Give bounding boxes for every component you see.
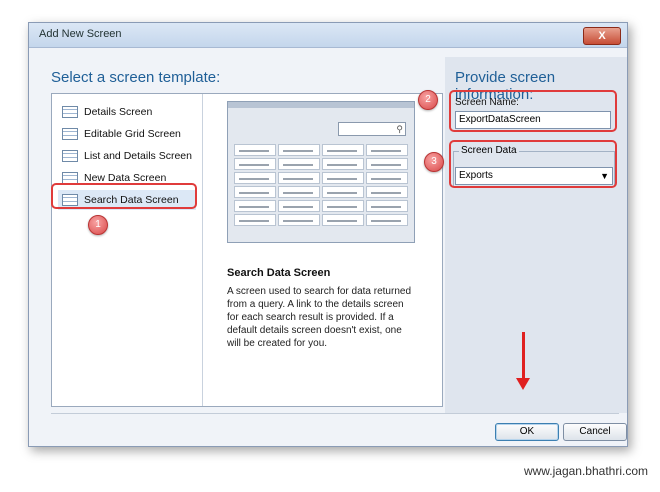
preview-cell-text xyxy=(371,164,401,166)
preview-cell xyxy=(234,200,276,212)
preview-cell xyxy=(278,144,320,156)
template-item-label: Editable Grid Screen xyxy=(84,128,181,140)
grid-icon xyxy=(62,106,78,118)
preview-cell xyxy=(322,158,364,170)
close-button[interactable]: X xyxy=(583,27,621,45)
preview-cell xyxy=(366,144,408,156)
template-preview-image: ⚲ xyxy=(227,101,415,243)
preview-cell-text xyxy=(327,150,357,152)
preview-cell xyxy=(322,144,364,156)
annotation-badge-3: 3 xyxy=(424,152,444,172)
annotation-badge-1: 1 xyxy=(88,215,108,235)
preview-cell-text xyxy=(327,178,357,180)
preview-cell xyxy=(366,158,408,170)
template-item-label: Details Screen xyxy=(84,106,153,118)
window-title: Add New Screen xyxy=(39,28,122,40)
annotation-highlight-screen-name xyxy=(449,90,617,132)
template-item-details[interactable]: Details Screen xyxy=(58,102,196,122)
footer-divider xyxy=(51,413,619,414)
preview-cell xyxy=(234,214,276,226)
preview-cell xyxy=(234,158,276,170)
preview-cell xyxy=(366,200,408,212)
preview-cell-text xyxy=(239,220,269,222)
preview-cell-text xyxy=(283,206,313,208)
template-description: A screen used to search for data returne… xyxy=(227,286,411,349)
preview-cell xyxy=(278,186,320,198)
preview-cell xyxy=(234,172,276,184)
annotation-highlight-screen-data xyxy=(449,140,617,188)
preview-cell-text xyxy=(283,220,313,222)
title-bar: Add New Screen X xyxy=(29,23,627,48)
preview-cell-text xyxy=(371,150,401,152)
annotation-arrow xyxy=(522,332,525,380)
preview-cell xyxy=(322,186,364,198)
preview-cell xyxy=(322,214,364,226)
preview-cell-text xyxy=(283,192,313,194)
annotation-badge-2: 2 xyxy=(418,90,438,110)
template-item-list-and-details[interactable]: List and Details Screen xyxy=(58,146,196,166)
preview-cell xyxy=(366,214,408,226)
preview-cell-text xyxy=(371,178,401,180)
template-item-label: List and Details Screen xyxy=(84,150,192,162)
preview-cell-text xyxy=(327,164,357,166)
preview-cell-text xyxy=(239,192,269,194)
template-list: Details Screen Editable Grid Screen List… xyxy=(52,94,203,406)
preview-cell-text xyxy=(327,220,357,222)
preview-cell xyxy=(366,186,408,198)
template-item-editable-grid[interactable]: Editable Grid Screen xyxy=(58,124,196,144)
preview-cell-text xyxy=(327,192,357,194)
preview-cell xyxy=(278,158,320,170)
add-new-screen-dialog: Add New Screen X Select a screen templat… xyxy=(28,22,628,447)
preview-cell xyxy=(234,186,276,198)
preview-cell-text xyxy=(371,206,401,208)
template-heading: Select a screen template: xyxy=(51,69,221,86)
preview-cell xyxy=(322,172,364,184)
preview-cell-text xyxy=(283,150,313,152)
preview-cell xyxy=(366,172,408,184)
preview-titlebar xyxy=(228,102,414,108)
ok-button[interactable]: OK xyxy=(495,423,559,441)
preview-cell-text xyxy=(239,150,269,152)
preview-cell xyxy=(322,200,364,212)
preview-cell-text xyxy=(371,192,401,194)
watermark: www.jagan.bhathri.com xyxy=(523,464,648,478)
grid-icon xyxy=(62,150,78,162)
preview-cell-text xyxy=(283,178,313,180)
preview-cell-text xyxy=(239,164,269,166)
preview-cell xyxy=(278,214,320,226)
annotation-highlight-search-data xyxy=(51,183,197,209)
preview-cell-text xyxy=(327,206,357,208)
preview-cell-text xyxy=(239,206,269,208)
preview-cell-text xyxy=(283,164,313,166)
preview-cell-text xyxy=(371,220,401,222)
grid-icon xyxy=(62,128,78,140)
preview-cell xyxy=(278,172,320,184)
arrow-down-icon xyxy=(516,378,530,390)
preview-cell xyxy=(234,144,276,156)
search-icon: ⚲ xyxy=(396,124,403,134)
cancel-button[interactable]: Cancel xyxy=(563,423,627,441)
template-description-title: Search Data Screen xyxy=(227,267,331,279)
preview-search-box: ⚲ xyxy=(338,122,406,136)
preview-cell-text xyxy=(239,178,269,180)
preview-cell xyxy=(278,200,320,212)
